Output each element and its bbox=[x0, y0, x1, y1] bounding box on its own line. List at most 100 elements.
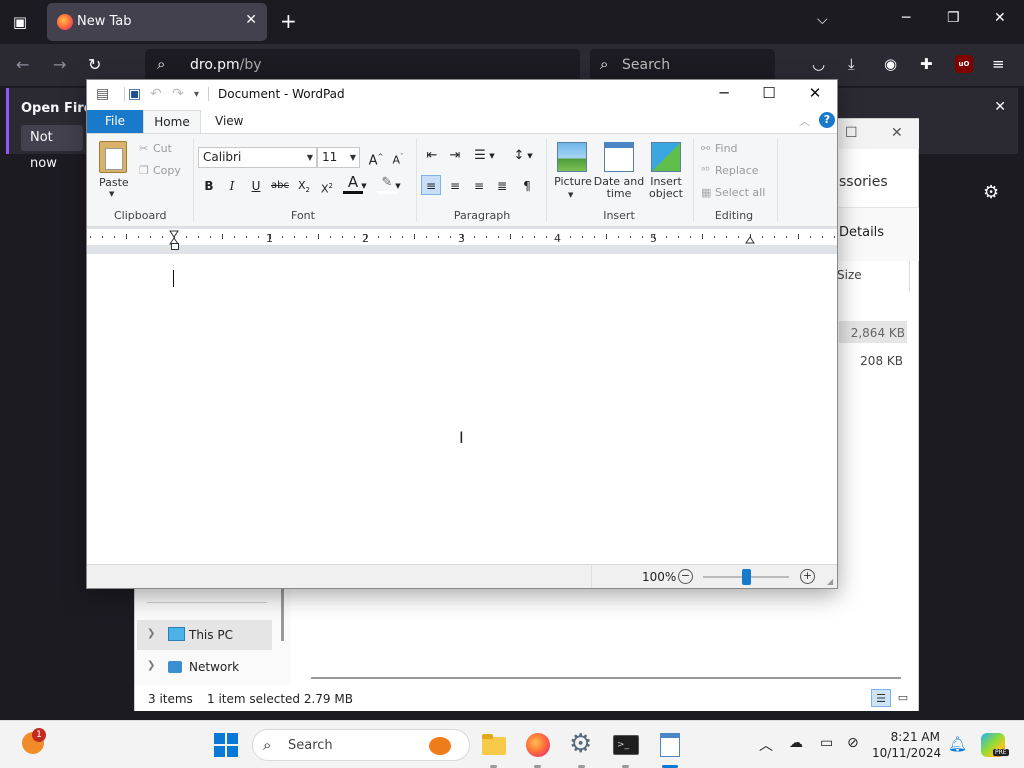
back-arrow-icon[interactable]: ← bbox=[16, 55, 29, 74]
cut-button[interactable]: ✂ Cut bbox=[139, 142, 172, 155]
picture-button[interactable]: Picture bbox=[553, 176, 593, 188]
decrease-indent-icon[interactable]: ⇤ bbox=[422, 146, 442, 166]
chevron-right-icon[interactable]: ❯ bbox=[147, 660, 155, 671]
resize-grip-icon[interactable]: ◢ bbox=[827, 577, 833, 586]
url-bar[interactable]: ⌕ dro.pm/by bbox=[145, 49, 580, 81]
wordpad-app-icon[interactable]: ▤ bbox=[96, 86, 109, 102]
align-right-icon[interactable]: ≡ bbox=[469, 176, 489, 196]
superscript-button[interactable]: X2 bbox=[317, 176, 337, 196]
underline-button[interactable]: U bbox=[246, 176, 266, 196]
zoom-out-icon[interactable]: − bbox=[678, 569, 693, 584]
document-area[interactable]: I bbox=[87, 254, 837, 564]
strikethrough-button[interactable]: abc bbox=[270, 176, 290, 196]
save-icon[interactable]: ▣ bbox=[128, 86, 141, 102]
reload-icon[interactable]: ↻ bbox=[88, 55, 101, 74]
horizontal-scrollbar[interactable] bbox=[311, 677, 901, 679]
details-view-icon[interactable]: ☰ bbox=[871, 689, 891, 707]
maximize-icon[interactable]: ☐ bbox=[845, 125, 858, 141]
insert-object-button[interactable]: Insert object bbox=[647, 176, 685, 200]
ublock-icon[interactable]: uO bbox=[955, 55, 973, 73]
cloud-off-icon[interactable]: ☁ bbox=[789, 735, 803, 751]
chevron-down-icon[interactable]: ▼ bbox=[525, 146, 535, 166]
picture-icon[interactable] bbox=[557, 142, 587, 172]
tab-view[interactable]: View bbox=[215, 114, 243, 128]
left-indent-marker[interactable] bbox=[171, 243, 179, 250]
align-center-icon[interactable]: ≡ bbox=[445, 176, 465, 196]
not-now-button[interactable]: Not now bbox=[21, 125, 83, 171]
copy-button[interactable]: ❐ Copy bbox=[139, 164, 181, 177]
chevron-down-icon[interactable]: ⌵ bbox=[817, 12, 828, 28]
increase-indent-icon[interactable]: ⇥ bbox=[445, 146, 465, 166]
close-icon[interactable]: ✕ bbox=[891, 125, 903, 141]
font-family-select[interactable]: Calibri ▼ bbox=[198, 147, 317, 168]
align-left-icon[interactable]: ≡ bbox=[421, 175, 441, 195]
firefox-icon[interactable] bbox=[524, 731, 552, 759]
close-window-icon[interactable]: ✕ bbox=[994, 10, 1006, 26]
grow-font-button[interactable]: A^ bbox=[366, 147, 386, 168]
date-time-button[interactable]: Date and time bbox=[593, 176, 645, 200]
close-icon[interactable]: ✕ bbox=[245, 12, 257, 28]
display-icon[interactable]: ▭ bbox=[820, 735, 833, 751]
tab-file[interactable]: File bbox=[87, 110, 143, 133]
justify-icon[interactable]: ≣ bbox=[492, 176, 512, 196]
find-button[interactable]: ⚯ Find bbox=[701, 142, 738, 155]
zoom-slider-thumb[interactable] bbox=[742, 569, 751, 585]
tab-home[interactable]: Home bbox=[143, 110, 201, 134]
help-icon[interactable]: ? bbox=[819, 112, 835, 128]
chevron-down-icon[interactable]: ▼ bbox=[394, 176, 402, 196]
bold-button[interactable]: B bbox=[199, 176, 219, 196]
chevron-right-icon[interactable]: ❯ bbox=[147, 628, 155, 639]
close-icon[interactable]: ✕ bbox=[805, 84, 825, 102]
pocket-icon[interactable]: ◡ bbox=[812, 55, 825, 73]
download-icon[interactable]: ⤓ bbox=[848, 55, 855, 73]
minimize-icon[interactable]: ─ bbox=[902, 10, 910, 26]
undo-icon[interactable]: ↶ bbox=[150, 86, 162, 102]
tiles-view-icon[interactable]: ▭ bbox=[893, 689, 913, 707]
details-button[interactable]: Details bbox=[839, 225, 884, 240]
nav-item-network[interactable]: ❯ Network bbox=[137, 652, 272, 682]
zoom-in-icon[interactable]: + bbox=[800, 569, 815, 584]
chevron-down-icon[interactable]: ▼ bbox=[487, 146, 497, 166]
hamburger-menu-icon[interactable]: ≡ bbox=[992, 55, 1005, 73]
chevron-down-icon[interactable]: ▼ bbox=[568, 189, 573, 201]
account-icon[interactable]: ◉ bbox=[884, 55, 897, 73]
plus-icon[interactable]: + bbox=[280, 9, 297, 33]
select-all-button[interactable]: ▦ Select all bbox=[701, 186, 765, 199]
restore-icon[interactable]: ❐ bbox=[947, 10, 960, 26]
chevron-up-icon[interactable]: ︿ bbox=[759, 735, 773, 755]
paste-button[interactable]: Paste bbox=[99, 176, 129, 189]
insert-object-icon[interactable] bbox=[651, 142, 681, 172]
customize-qat-icon[interactable]: ▾ bbox=[194, 89, 199, 100]
tab-list-icon[interactable]: ▣ bbox=[8, 10, 32, 34]
paragraph-settings-icon[interactable]: ¶ bbox=[517, 176, 537, 196]
redo-icon[interactable]: ↷ bbox=[172, 86, 184, 102]
font-size-select[interactable]: 11 ▼ bbox=[317, 147, 360, 168]
taskbar-search[interactable]: ⌕ Search bbox=[252, 729, 470, 761]
minimize-icon[interactable]: ─ bbox=[714, 84, 734, 102]
chevron-down-icon[interactable]: ▼ bbox=[109, 190, 114, 198]
collapse-ribbon-icon[interactable]: ︿ bbox=[799, 113, 810, 129]
network-off-icon[interactable]: ⊘ bbox=[847, 735, 859, 751]
subscript-button[interactable]: X2 bbox=[294, 176, 314, 196]
start-button[interactable] bbox=[214, 733, 238, 757]
forward-arrow-icon[interactable]: → bbox=[53, 55, 66, 74]
terminal-icon[interactable]: >_ bbox=[612, 731, 640, 759]
maximize-icon[interactable]: ☐ bbox=[759, 84, 779, 102]
file-explorer-icon[interactable] bbox=[480, 731, 508, 759]
replace-button[interactable]: ᵃᵇ Replace bbox=[701, 164, 759, 177]
ruler[interactable]: 1 2 3 4 5 bbox=[87, 227, 837, 254]
search-bar[interactable]: ⌕ Search bbox=[590, 49, 775, 81]
nav-item-this-pc[interactable]: ❯ This PC bbox=[137, 620, 272, 650]
clock[interactable]: 8:21 AM 10/11/2024 bbox=[872, 729, 941, 761]
bell-icon[interactable]: 🔔︎ bbox=[948, 735, 967, 753]
size-column-header[interactable]: Size bbox=[837, 268, 862, 282]
close-icon[interactable]: ✕ bbox=[994, 99, 1006, 115]
chevron-down-icon[interactable]: ▼ bbox=[360, 176, 368, 196]
gear-icon[interactable]: ⚙ bbox=[983, 182, 999, 203]
pane-splitter[interactable] bbox=[281, 589, 284, 641]
shrink-font-button[interactable]: Aˇ bbox=[388, 147, 408, 167]
extensions-icon[interactable]: ✚ bbox=[920, 55, 933, 73]
italic-button[interactable]: I bbox=[222, 176, 242, 196]
date-time-icon[interactable] bbox=[604, 142, 634, 172]
paste-icon[interactable] bbox=[99, 141, 127, 173]
